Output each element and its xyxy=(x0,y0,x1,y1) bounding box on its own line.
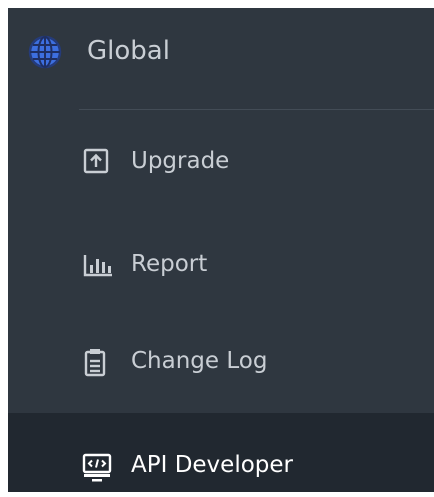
sidebar-item-label: Upgrade xyxy=(131,148,230,174)
sidebar-item-report[interactable]: Report xyxy=(8,227,434,303)
sidebar: Global Upgrade Report Change Log API Dev… xyxy=(8,8,434,492)
upload-box-icon xyxy=(83,148,109,174)
sidebar-item-upgrade[interactable]: Upgrade xyxy=(8,124,434,200)
clipboard-icon xyxy=(84,349,106,377)
sidebar-item-label: Change Log xyxy=(131,348,268,374)
sidebar-title: Global xyxy=(87,36,170,66)
code-monitor-icon xyxy=(82,453,112,482)
globe-icon xyxy=(28,35,62,69)
sidebar-item-label: Report xyxy=(131,251,208,277)
divider xyxy=(79,109,434,110)
sidebar-header[interactable]: Global xyxy=(8,8,434,96)
sidebar-item-label: API Developer xyxy=(131,452,293,478)
sidebar-item-change-log[interactable]: Change Log xyxy=(8,324,434,400)
bar-chart-icon xyxy=(83,255,112,277)
sidebar-item-api-developer[interactable]: API Developer xyxy=(8,413,434,492)
